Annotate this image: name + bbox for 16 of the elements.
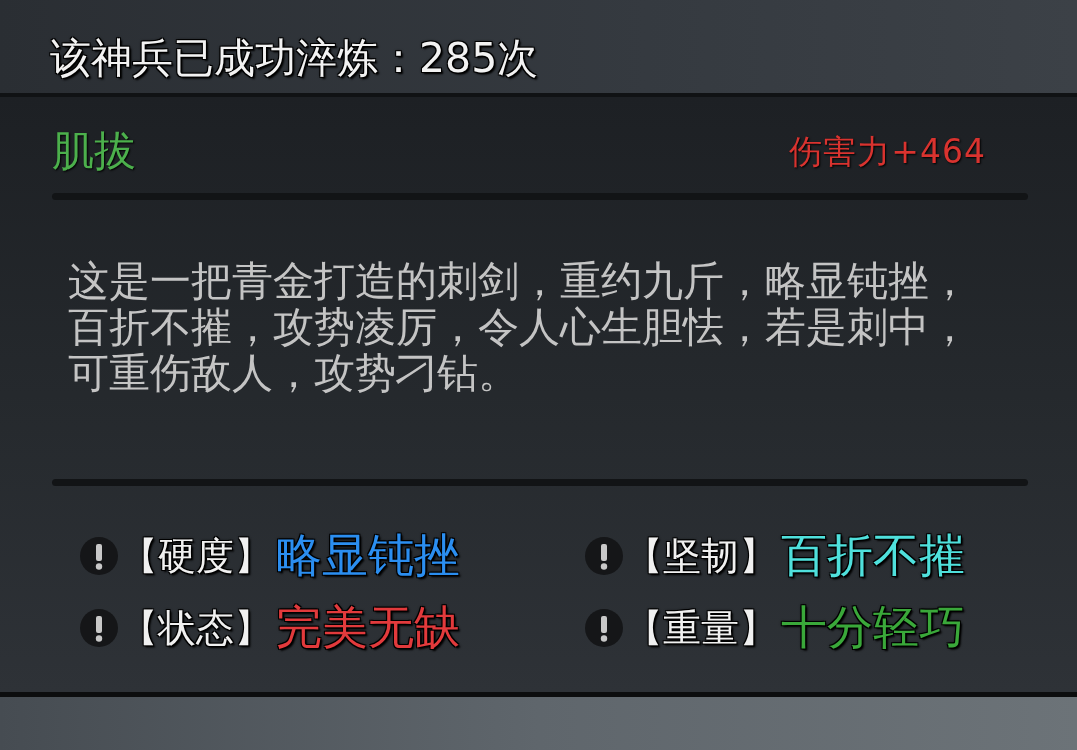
damage-bonus: 伤害力+464 xyxy=(789,130,986,173)
exclamation-icon xyxy=(585,609,623,647)
attribute-value: 略显钝挫 xyxy=(276,527,460,584)
item-name: 肌拔 xyxy=(52,125,136,177)
attribute-label: 【状态】 xyxy=(120,604,272,652)
refine-count-text: 该神兵已成功淬炼：285次 xyxy=(50,33,539,84)
exclamation-icon xyxy=(80,609,118,647)
exclamation-icon xyxy=(585,537,623,575)
attribute-value: 十分轻巧 xyxy=(781,599,965,656)
exclamation-icon xyxy=(80,537,118,575)
item-description: 这是一把青金打造的刺剑，重约九斤，略显钝挫，百折不摧，攻势凌厉，令人心生胆怯，若是刺中，可重伤敌人，攻势刁钻。 xyxy=(68,258,971,396)
attribute-value: 百折不摧 xyxy=(781,527,965,584)
attribute-value: 完美无缺 xyxy=(276,599,460,656)
attribute-label: 【硬度】 xyxy=(120,532,272,580)
attribute-label: 【重量】 xyxy=(625,604,777,652)
attribute-label: 【坚韧】 xyxy=(625,532,777,580)
